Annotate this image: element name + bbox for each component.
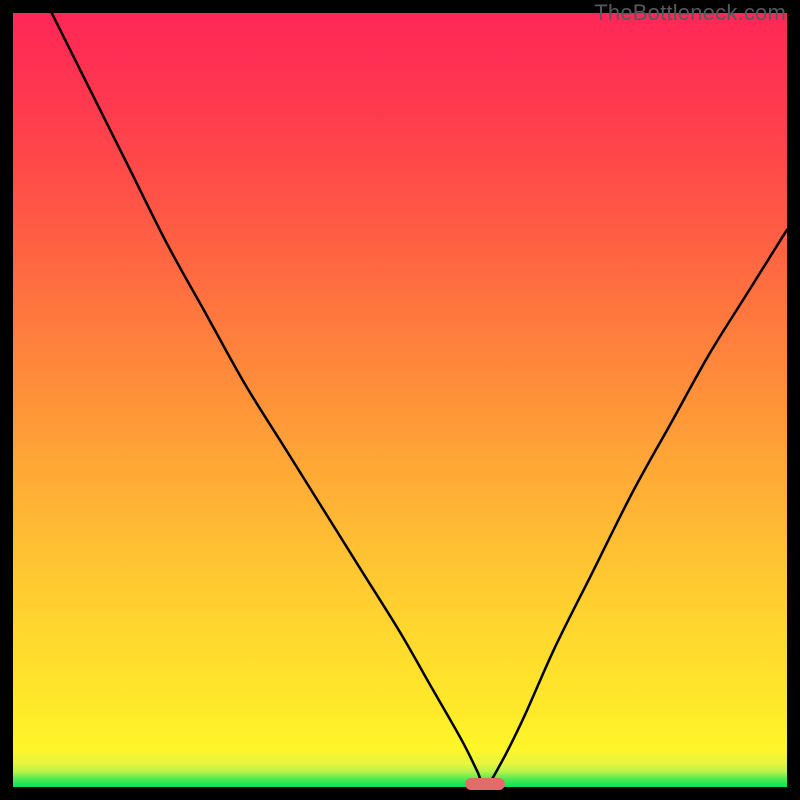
bottleneck-curve xyxy=(13,13,787,787)
chart-frame: TheBottleneck.com xyxy=(0,0,800,800)
plot-area xyxy=(13,13,787,787)
watermark-text: TheBottleneck.com xyxy=(594,0,786,26)
optimal-point-marker xyxy=(465,778,505,790)
